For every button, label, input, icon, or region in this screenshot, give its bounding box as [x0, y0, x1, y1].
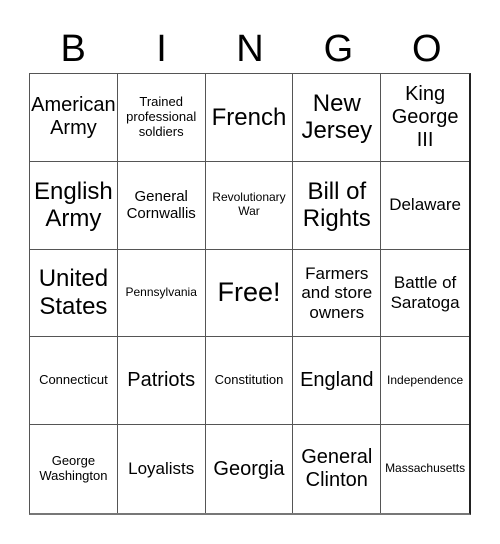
bingo-cell[interactable]: French: [205, 74, 294, 162]
bingo-cell[interactable]: General Cornwallis: [117, 161, 206, 250]
header-letter-b: B: [60, 28, 86, 70]
bingo-cell[interactable]: New Jersey: [293, 74, 382, 162]
bingo-cell[interactable]: United States: [30, 249, 118, 338]
free-space[interactable]: Free!: [205, 249, 294, 338]
bingo-cell[interactable]: Connecticut: [30, 337, 118, 426]
header-letter-g: G: [323, 28, 354, 70]
bingo-cell[interactable]: Independence: [381, 337, 469, 426]
bingo-cell[interactable]: Delaware: [381, 162, 469, 250]
header-letter-i: I: [156, 28, 167, 70]
header-letter-o: O: [411, 28, 442, 70]
bingo-cell[interactable]: Loyalists: [118, 425, 206, 513]
bingo-cell[interactable]: Farmers and store owners: [293, 249, 382, 338]
bingo-cell[interactable]: Revolutionary War: [205, 161, 294, 250]
bingo-cell[interactable]: Georgia: [206, 425, 294, 513]
bingo-cell[interactable]: King George III: [381, 74, 469, 162]
bingo-cell[interactable]: English Army: [30, 161, 118, 250]
bingo-cell[interactable]: Trained professional soldiers: [117, 74, 206, 162]
bingo-cell[interactable]: American Army: [30, 74, 118, 162]
bingo-cell[interactable]: Massachusetts: [381, 425, 469, 513]
bingo-cell[interactable]: Bill of Rights: [293, 161, 382, 250]
bingo-cell[interactable]: England: [293, 337, 382, 426]
bingo-cell[interactable]: Constitution: [205, 337, 294, 426]
bingo-grid: American Army Trained professional soldi…: [29, 73, 471, 515]
bingo-cell[interactable]: George Washington: [30, 425, 118, 513]
bingo-cell[interactable]: Pennsylvania: [117, 249, 206, 338]
bingo-cell[interactable]: Patriots: [117, 337, 206, 426]
bingo-cell[interactable]: General Clinton: [293, 425, 382, 513]
bingo-header: B I N G O: [29, 24, 471, 74]
header-letter-n: N: [236, 28, 264, 70]
bingo-cell[interactable]: Battle of Saratoga: [381, 250, 469, 338]
